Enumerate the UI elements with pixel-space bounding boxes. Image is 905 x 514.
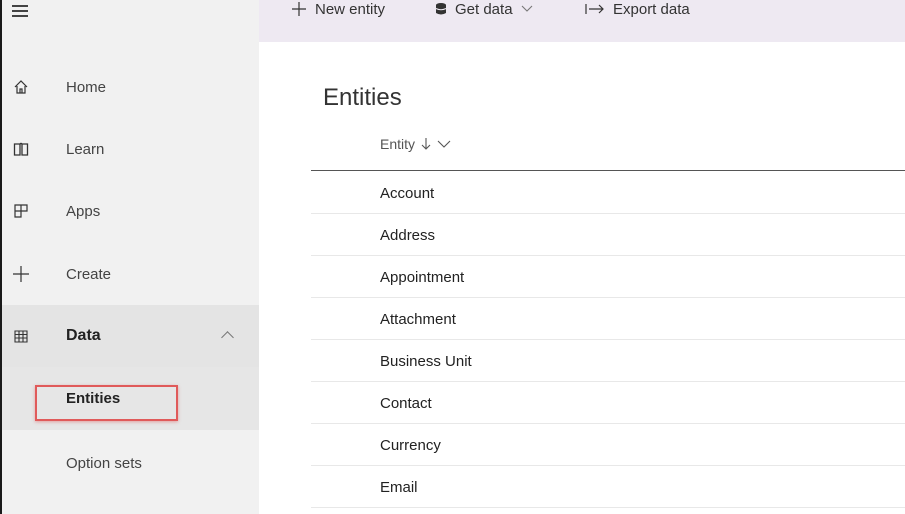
entity-name: Address	[380, 227, 436, 244]
sidebar-item-create[interactable]: Create	[2, 243, 259, 305]
home-icon	[2, 56, 40, 118]
apps-icon	[2, 180, 40, 242]
plus-icon	[292, 2, 306, 16]
table-row[interactable]: Account	[311, 172, 905, 214]
table-row[interactable]: Appointment	[311, 256, 905, 298]
table-row[interactable]: Attachment	[311, 298, 905, 340]
command-bar: New entity Get data Export data	[259, 0, 905, 42]
table-row[interactable]: Contact	[311, 382, 905, 424]
entity-name: Attachment	[380, 311, 456, 328]
sidebar-item-home[interactable]: Home	[2, 56, 259, 118]
table-row[interactable]: Business Unit	[311, 340, 905, 382]
database-icon	[435, 3, 447, 15]
get-data-label: Get data	[455, 0, 513, 18]
highlight-annotation-box	[35, 385, 178, 421]
sidebar-subitem-option-sets[interactable]: Option sets	[2, 432, 259, 495]
entity-name: Email	[380, 479, 418, 496]
hamburger-menu-icon[interactable]	[12, 5, 28, 19]
sort-descending-icon	[421, 138, 431, 150]
entity-column-header[interactable]: Entity	[380, 136, 451, 152]
page-title: Entities	[323, 84, 402, 111]
column-header-label: Entity	[380, 136, 416, 152]
header-divider	[311, 170, 905, 171]
export-icon	[585, 4, 604, 14]
main-content: Entities Entity Account Address Appointm…	[259, 42, 905, 514]
sidebar-item-label: Learn	[66, 140, 105, 158]
sidebar-item-data[interactable]: Data	[2, 305, 259, 367]
sidebar-item-label: Data	[66, 327, 101, 344]
sidebar-item-label: Home	[66, 78, 107, 96]
plus-icon	[2, 243, 40, 305]
table-icon	[2, 305, 40, 367]
table-row[interactable]: Currency	[311, 424, 905, 466]
export-data-button[interactable]: Export data	[585, 0, 690, 26]
book-icon	[2, 118, 40, 180]
sidebar-item-learn[interactable]: Learn	[2, 118, 259, 180]
chevron-down-icon	[521, 5, 532, 12]
entity-name: Business Unit	[380, 353, 472, 370]
table-row[interactable]: Email	[311, 466, 905, 508]
entity-name: Appointment	[380, 269, 465, 286]
new-entity-label: New entity	[315, 0, 386, 18]
sidebar: Home Learn Apps Create Data Entities Opt…	[2, 0, 259, 514]
sidebar-item-label: Apps	[66, 202, 101, 220]
sidebar-subitem-label: Option sets	[66, 455, 142, 472]
entity-name: Currency	[380, 437, 441, 454]
sidebar-item-label: Create	[66, 265, 112, 283]
chevron-up-icon[interactable]	[221, 331, 234, 344]
export-data-label: Export data	[613, 0, 690, 18]
sidebar-item-apps[interactable]: Apps	[2, 180, 259, 242]
get-data-button[interactable]: Get data	[435, 0, 533, 26]
table-row[interactable]: Address	[311, 214, 905, 256]
new-entity-button[interactable]: New entity	[291, 0, 385, 26]
entity-name: Contact	[380, 395, 432, 412]
entity-name: Account	[380, 185, 435, 202]
chevron-down-icon	[437, 140, 451, 148]
